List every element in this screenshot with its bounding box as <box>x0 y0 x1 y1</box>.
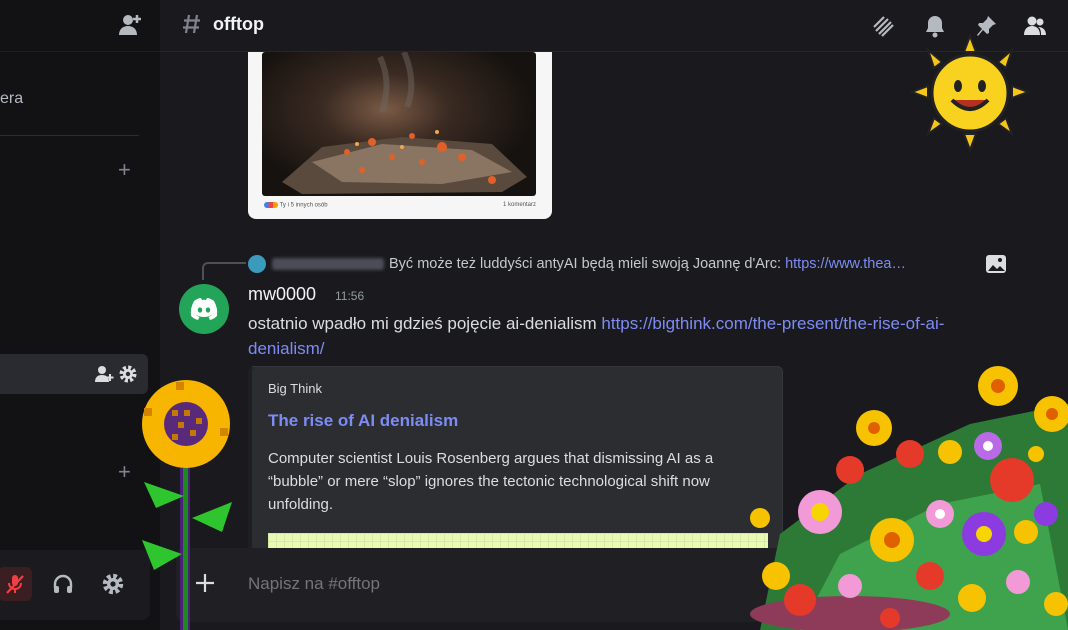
deafen-button[interactable] <box>46 567 80 601</box>
image-icon <box>986 255 1006 273</box>
channel-name: offtop <box>213 14 264 34</box>
hash-icon <box>183 14 200 34</box>
reply-preview-text[interactable]: Być może też luddyści antyAI będą mieli … <box>389 256 979 272</box>
reply-connector <box>202 262 246 280</box>
add-channel-button-2[interactable]: + <box>118 461 131 483</box>
pixel-flower-bush-icon <box>750 366 1068 630</box>
embed-reactions-row: Ty i 5 innych osób 1 komentarz <box>264 202 536 214</box>
avatar[interactable] <box>179 284 229 334</box>
mute-button[interactable] <box>0 567 32 601</box>
user-settings-button[interactable] <box>96 567 130 601</box>
reply-avatar[interactable] <box>248 255 266 273</box>
embed-description: Computer scientist Louis Rosenberg argue… <box>268 450 714 513</box>
reactions-text: Ty i 5 innych osób <box>279 202 328 209</box>
gear-icon <box>102 573 124 595</box>
discord-logo-icon <box>190 298 218 320</box>
comments-count: 1 komentarz <box>502 202 536 208</box>
burning-books-photo <box>262 52 536 196</box>
user-panel <box>0 550 150 620</box>
gear-icon[interactable] <box>118 364 138 384</box>
embedded-image-preview[interactable]: Ty i 5 innych osób 1 komentarz <box>248 52 552 219</box>
message-input[interactable] <box>248 574 728 594</box>
microphone-muted-icon <box>6 575 24 594</box>
pixel-sunflower-icon <box>142 380 232 630</box>
headphones-icon <box>53 574 73 593</box>
sidebar-divider <box>0 135 139 136</box>
add-member-icon[interactable] <box>94 364 114 384</box>
embed-provider[interactable]: Big Think <box>268 381 322 396</box>
embed-title[interactable]: The rise of AI denialism <box>268 411 458 431</box>
sidebar-header <box>0 0 160 52</box>
reply-username-redacted[interactable] <box>272 258 384 270</box>
pixel-sun-icon <box>909 34 1031 152</box>
threads-icon[interactable] <box>871 13 897 39</box>
channel-item-partial[interactable]: era <box>0 90 23 108</box>
add-user-icon[interactable] <box>117 13 143 37</box>
add-channel-button[interactable]: + <box>118 159 131 181</box>
message-author[interactable]: mw0000 <box>248 284 316 305</box>
message-content: ostatnio wpadło mi gdzieś pojęcie ai-den… <box>248 314 945 358</box>
sidebar-item-active[interactable] <box>0 354 148 394</box>
message-timestamp: 11:56 <box>335 289 365 303</box>
reply-link[interactable]: https://www.thea… <box>785 256 906 272</box>
link-embed-card: Big Think The rise of AI denialism Compu… <box>248 366 783 566</box>
